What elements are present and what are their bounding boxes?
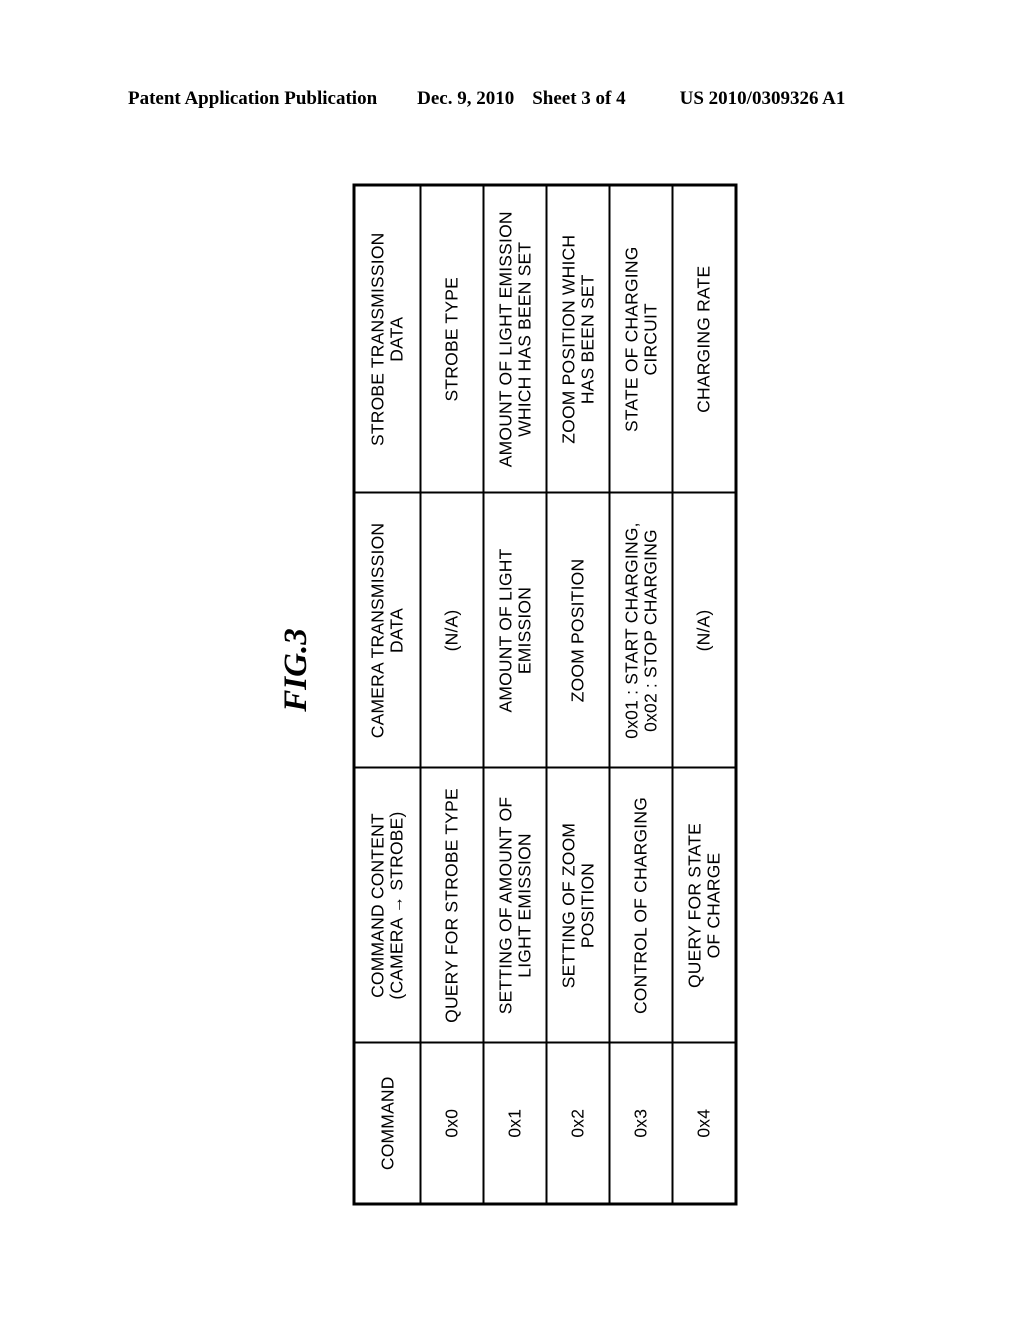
command-table: COMMAND COMMAND CONTENT (CAMERA → STROBE…: [352, 183, 737, 1205]
cell-camera-transmission-data: ZOOM POSITION: [546, 492, 609, 768]
cell-command-content: CONTROL OF CHARGING: [609, 767, 672, 1043]
cell-camera-transmission-data: AMOUNT OF LIGHT EMISSION: [483, 492, 546, 768]
publication-header: Patent Application Publication Dec. 9, 2…: [128, 88, 896, 114]
cell-command-content: QUERY FOR STATE OF CHARGE: [672, 767, 736, 1043]
cell-strobe-transmission-data: STATE OF CHARGING CIRCUIT: [609, 184, 672, 493]
figure-label: FIG.3: [277, 628, 314, 712]
publication-date: Dec. 9, 2010: [417, 88, 515, 109]
cell-command-content: QUERY FOR STROBE TYPE: [420, 767, 483, 1043]
command-table-rotator: COMMAND COMMAND CONTENT (CAMERA → STROBE…: [352, 183, 737, 1205]
cell-command: 0x1: [483, 1042, 546, 1204]
table-row: 0x4 QUERY FOR STATE OF CHARGE (N/A) CHAR…: [672, 184, 736, 1204]
cell-command: 0x0: [420, 1042, 483, 1204]
command-table-container: COMMAND COMMAND CONTENT (CAMERA → STROBE…: [352, 183, 737, 1205]
table-row: 0x3 CONTROL OF CHARGING 0x01 : START CHA…: [609, 184, 672, 1204]
table-row: 0x0 QUERY FOR STROBE TYPE (N/A) STROBE T…: [420, 184, 483, 1204]
column-header-command: COMMAND: [353, 1042, 420, 1204]
patent-page: Patent Application Publication Dec. 9, 2…: [0, 0, 1024, 1320]
column-header-command-content: COMMAND CONTENT (CAMERA → STROBE): [353, 767, 420, 1043]
column-header-camera-transmission-data: CAMERA TRANSMISSION DATA: [353, 492, 420, 768]
cell-strobe-transmission-data: STROBE TYPE: [420, 184, 483, 493]
column-header-strobe-transmission-data: STROBE TRANSMISSION DATA: [353, 184, 420, 493]
table-header-row: COMMAND COMMAND CONTENT (CAMERA → STROBE…: [353, 184, 420, 1204]
table-row: 0x2 SETTING OF ZOOM POSITION ZOOM POSITI…: [546, 184, 609, 1204]
cell-command: 0x3: [609, 1042, 672, 1204]
cell-strobe-transmission-data: CHARGING RATE: [672, 184, 736, 493]
sheet-number: Sheet 3 of 4: [532, 88, 626, 109]
cell-command-content: SETTING OF ZOOM POSITION: [546, 767, 609, 1043]
cell-command: 0x4: [672, 1042, 736, 1204]
cell-strobe-transmission-data: AMOUNT OF LIGHT EMISSION WHICH HAS BEEN …: [483, 184, 546, 493]
publication-title: Patent Application Publication: [128, 88, 378, 109]
cell-command: 0x2: [546, 1042, 609, 1204]
cell-camera-transmission-data: 0x01 : START CHARGING, 0x02 : STOP CHARG…: [609, 492, 672, 768]
cell-camera-transmission-data: (N/A): [420, 492, 483, 768]
patent-number: US 2010/0309326 A1: [679, 88, 846, 109]
cell-strobe-transmission-data: ZOOM POSITION WHICH HAS BEEN SET: [546, 184, 609, 493]
cell-command-content: SETTING OF AMOUNT OF LIGHT EMISSION: [483, 767, 546, 1043]
table-row: 0x1 SETTING OF AMOUNT OF LIGHT EMISSION …: [483, 184, 546, 1204]
cell-camera-transmission-data: (N/A): [672, 492, 736, 768]
